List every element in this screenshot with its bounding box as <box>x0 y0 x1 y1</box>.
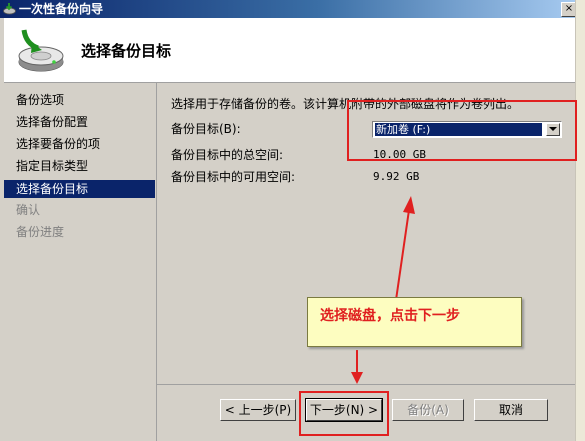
annotation-callout: 选择磁盘，点击下一步 <box>307 297 522 347</box>
callout-text: 选择磁盘，点击下一步 <box>320 308 460 324</box>
annotation-arrows <box>351 196 415 384</box>
